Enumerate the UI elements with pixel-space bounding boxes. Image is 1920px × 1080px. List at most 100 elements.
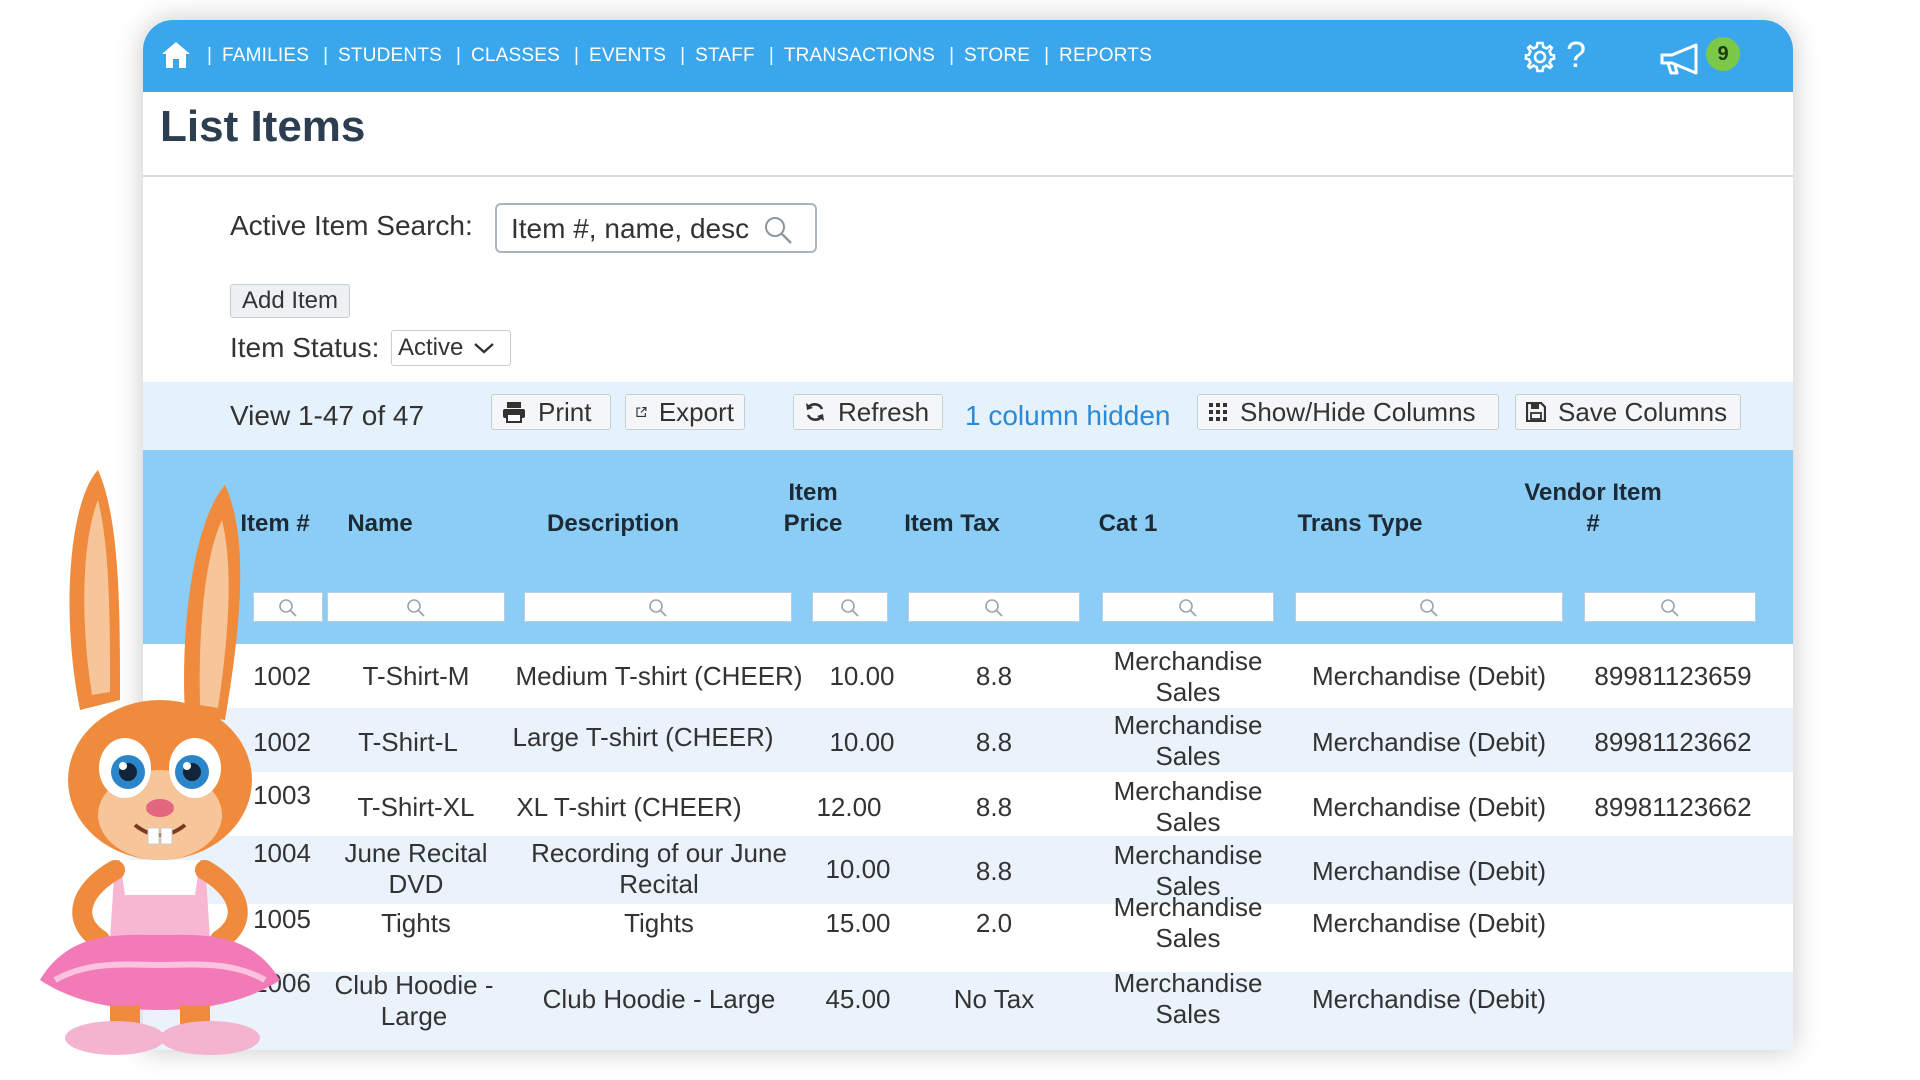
table-row[interactable]: 1002 T-Shirt-L Large T-shirt (CHEER) 10.… [143, 708, 1793, 772]
cell-name-line1: T-Shirt-M [362, 661, 470, 691]
cell-description: Tights [509, 908, 809, 939]
cell-name-line1: Tights [381, 908, 451, 938]
table-row[interactable]: 1004 June Recital DVD Recording of our Ju… [143, 836, 1793, 904]
hidden-columns-link[interactable]: 1 column hidden [965, 400, 1170, 432]
nav-separator: | [680, 45, 686, 66]
search-icon [841, 599, 859, 617]
cell-item-tax: 8.8 [975, 661, 1013, 691]
chevron-down-icon [474, 343, 495, 354]
save-columns-button[interactable]: Save Columns [1515, 394, 1741, 430]
print-button[interactable]: Print [491, 394, 611, 430]
header-vendor-item-line2: # [1586, 510, 1600, 537]
nav-separator: | [574, 45, 579, 66]
cell-name-line1: Club Hoodie - [334, 970, 494, 1000]
header-item-price[interactable]: Item Price [763, 477, 863, 539]
header-trans-type[interactable]: Trans Type [1227, 508, 1493, 539]
table-row[interactable]: 1005 Tights Tights 15.00 2.0 Merchandise… [143, 892, 1793, 972]
search-icon [1661, 599, 1679, 617]
cell-cat-1: Merchandise Sales [1102, 968, 1274, 1030]
filter-item-price[interactable] [812, 592, 888, 622]
cell-item-tax: 8.8 [975, 727, 1013, 757]
cell-item-tax: 8.8 [975, 856, 1013, 886]
cell-cat-1-line2: Sales [1155, 807, 1221, 837]
refresh-icon [806, 403, 824, 421]
nav-staff[interactable]: STAFF [695, 45, 755, 67]
search-input[interactable] [509, 211, 763, 247]
table-row[interactable]: 1002 T-Shirt-M Medium T-shirt (CHEER) 10… [143, 644, 1793, 708]
main-card: | FAMILIES | STUDENTS | CLASSES | EVENTS… [143, 20, 1793, 1050]
filter-trans-type[interactable] [1295, 592, 1563, 622]
notification-badge[interactable]: 9 [1706, 37, 1740, 71]
cell-trans-type: Merchandise (Debit) [1311, 908, 1547, 938]
help-icon[interactable]: ? [1566, 34, 1586, 76]
cell-trans-type: Merchandise (Debit) [1311, 661, 1547, 691]
cell-description: Recording of our June Recital [509, 838, 809, 900]
cell-cat-1-line1: Merchandise [1113, 710, 1263, 740]
refresh-button[interactable]: Refresh [793, 394, 943, 430]
cell-description: Large T-shirt (CHEER) [493, 722, 793, 753]
cell-trans-type: Merchandise (Debit) [1311, 856, 1547, 886]
cell-description-line1: Club Hoodie - Large [542, 984, 776, 1014]
export-icon [636, 406, 647, 418]
filter-cat-1[interactable] [1102, 592, 1274, 622]
header-name[interactable]: Name [290, 508, 470, 539]
cell-name: T-Shirt-L [319, 727, 497, 758]
cell-cat-1-line2: Sales [1155, 923, 1221, 953]
filter-vendor-item[interactable] [1584, 592, 1756, 622]
nav-links: | FAMILIES | STUDENTS | CLASSES | EVENTS… [207, 20, 1166, 92]
header-vendor-item[interactable]: Vendor Item # [1503, 477, 1683, 539]
nav-classes[interactable]: CLASSES [471, 45, 560, 67]
grid-toolbar: View 1-47 of 47 Print Export Refresh 1 c… [143, 382, 1793, 450]
home-icon[interactable] [161, 41, 191, 69]
header-cat-1[interactable]: Cat 1 [1043, 508, 1213, 539]
table-row[interactable]: 1006 Club Hoodie - Large Club Hoodie - La… [143, 968, 1793, 1050]
search-icon[interactable] [763, 215, 793, 245]
cell-cat-1-line2: Sales [1155, 741, 1221, 771]
header-description[interactable]: Description [478, 508, 748, 539]
nav-separator: | [456, 45, 461, 66]
cell-description: XL T-shirt (CHEER) [479, 792, 779, 823]
cell-vendor-item: 89981123662 [1594, 792, 1752, 822]
nav-transactions[interactable]: TRANSACTIONS [784, 45, 935, 67]
item-status-select[interactable]: Active [391, 330, 511, 366]
cell-name-line2: Large [380, 1001, 448, 1031]
cell-cat-1-line2: Sales [1155, 999, 1221, 1029]
megaphone-icon[interactable] [1658, 42, 1706, 76]
filter-name[interactable] [327, 592, 505, 622]
header-vendor-item-line1: Vendor Item [1524, 479, 1662, 506]
cell-name: Tights [327, 908, 505, 939]
cell-name: June Recital DVD [327, 838, 505, 900]
filter-item-tax[interactable] [908, 592, 1080, 622]
nav-separator: | [768, 45, 774, 66]
cell-description: Club Hoodie - Large [509, 984, 809, 1015]
nav-students[interactable]: STUDENTS [338, 45, 442, 67]
cell-item-price: 15.00 [825, 908, 891, 938]
item-status-label: Item Status: [230, 332, 380, 363]
nav-separator: | [949, 45, 954, 66]
filter-description[interactable] [524, 592, 792, 622]
cell-item-price: 10.00 [829, 661, 895, 691]
save-columns-label: Save Columns [1558, 396, 1728, 427]
header-item-price-line2: Price [783, 510, 843, 537]
cell-trans-type: Merchandise (Debit) [1311, 792, 1547, 822]
nav-events[interactable]: EVENTS [589, 45, 666, 67]
add-item-button[interactable]: Add Item [230, 284, 350, 318]
cell-name-line1: T-Shirt-L [358, 727, 458, 757]
cell-item-tax: No Tax [953, 984, 1035, 1014]
grid-icon [1209, 403, 1227, 421]
cell-cat-1: Merchandise Sales [1102, 710, 1274, 772]
search-icon [407, 599, 425, 617]
show-hide-columns-button[interactable]: Show/Hide Columns [1197, 394, 1499, 430]
search-box[interactable] [495, 203, 817, 253]
nav-reports[interactable]: REPORTS [1059, 45, 1152, 67]
nav-store[interactable]: STORE [964, 45, 1030, 67]
export-button[interactable]: Export [625, 394, 745, 430]
header-item-tax[interactable]: Item Tax [879, 508, 1025, 539]
cell-cat-1-line1: Merchandise [1113, 968, 1263, 998]
page-title: List Items [160, 102, 366, 151]
cell-item-tax: 2.0 [975, 908, 1013, 938]
nav-families[interactable]: FAMILIES [222, 45, 309, 67]
table-row[interactable]: 1003 T-Shirt-XL XL T-shirt (CHEER) 12.00… [143, 772, 1793, 837]
gear-icon[interactable] [1523, 40, 1557, 74]
cell-description-line1: Recording of our June [531, 838, 787, 868]
